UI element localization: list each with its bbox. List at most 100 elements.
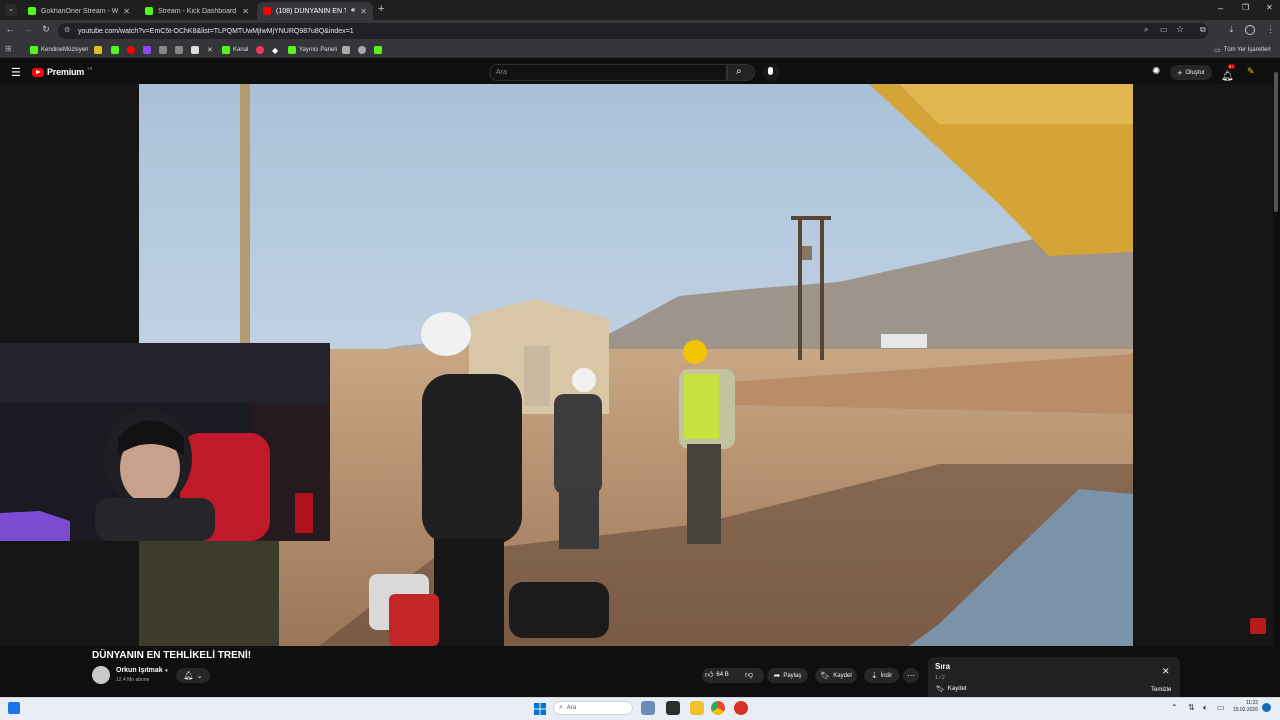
address-bar[interactable]: ⚙ youtube.com/watch?v=EmC5t-OChK8&list=T… <box>58 23 1208 39</box>
taskbar-search[interactable]: ⌕ Ara <box>553 701 633 715</box>
speaker-icon[interactable]: 🔈︎ <box>1203 703 1208 713</box>
more-actions-button[interactable]: ⋯ <box>903 668 919 683</box>
profile-avatar[interactable] <box>1245 25 1255 35</box>
search-button[interactable]: ⌕ <box>727 64 755 81</box>
network-icon[interactable]: ⇅ <box>1188 703 1195 712</box>
channel-watermark-icon[interactable] <box>1250 618 1266 634</box>
chrome-icon[interactable] <box>711 701 725 715</box>
clock[interactable]: 11:22 15.02.2026 <box>1228 700 1258 714</box>
start-button[interactable] <box>534 702 546 715</box>
bookmark-item-kendinemuzisyen[interactable]: KendineMüzisyen <box>30 44 88 56</box>
windows-logo-icon <box>534 703 546 715</box>
video-title: DÜNYANIN EN TEHLİKELİ TRENİ! <box>92 650 252 661</box>
subscription-bell-button[interactable]: 🔔︎ ⌄ <box>176 668 210 683</box>
tab-title: (108) DÜNYANIN EN TEHLİ <box>276 7 346 15</box>
widgets-icon[interactable] <box>8 702 20 714</box>
search-icon: ⌕ <box>736 66 742 77</box>
queue-position: 1 / 2 <box>935 675 945 681</box>
tab-search-button[interactable]: ⌄ <box>5 4 17 16</box>
scrollbar-thumb[interactable] <box>1274 72 1278 212</box>
person-grey-jacket <box>554 368 602 549</box>
all-bookmarks-folder[interactable]: ▭ Tüm Yer İşaretleri <box>1214 44 1271 56</box>
browser-tab-3[interactable]: (108) DÜNYANIN EN TEHLİ 🔊︎ ✕ <box>257 2 373 20</box>
task-view-icon[interactable] <box>666 701 680 715</box>
share-button[interactable]: ➦ Paylaş <box>767 668 808 683</box>
download-button[interactable]: ⇣ İndir <box>864 668 899 683</box>
speaker-icon[interactable]: 🔊︎ <box>351 7 355 15</box>
app-icon[interactable] <box>734 701 748 715</box>
bookmark-item[interactable] <box>94 44 102 56</box>
bookmark-item[interactable] <box>111 44 119 56</box>
bookmark-item[interactable] <box>175 44 183 56</box>
save-label: Kaydet <box>833 672 852 679</box>
notifications-button[interactable]: 🔔︎ 9+ <box>1221 64 1235 82</box>
bookmark-item[interactable]: ✕ <box>207 44 213 56</box>
close-icon[interactable]: ✕ <box>360 7 367 16</box>
maximize-icon[interactable]: ❐ <box>1242 3 1249 12</box>
reload-icon[interactable]: ↻ <box>40 24 52 35</box>
system-tray-chevron-icon[interactable]: ⌃ <box>1171 703 1178 712</box>
back-icon[interactable]: ← <box>4 24 16 34</box>
channel-avatar[interactable] <box>92 666 110 684</box>
minimize-icon[interactable]: – <box>1218 3 1223 13</box>
forward-icon[interactable]: → <box>22 24 34 34</box>
x-icon: ✕ <box>207 47 213 54</box>
bookmark-item[interactable] <box>159 44 167 56</box>
save-button[interactable]: 🔖︎ Kaydet <box>815 668 857 683</box>
apps-icon[interactable]: ⊞ <box>5 44 12 53</box>
kick-icon <box>111 46 119 54</box>
voice-search-button[interactable] <box>763 64 780 81</box>
download-label: İndir <box>880 672 893 679</box>
bookmark-item[interactable] <box>342 44 350 56</box>
kick-favicon-icon <box>28 7 36 15</box>
bookmark-item[interactable] <box>191 44 199 56</box>
bookmark-item[interactable] <box>127 44 135 56</box>
extensions-icon[interactable]: ⧉ <box>1200 25 1206 35</box>
browser-menu-icon[interactable]: ⋮ <box>1266 24 1275 35</box>
window-close-icon[interactable]: ✕ <box>1266 3 1273 12</box>
thumbs-down-icon: 👎︎ <box>745 670 754 679</box>
search-input[interactable]: Ara <box>489 64 727 81</box>
like-button[interactable]: 👍︎ 64 B <box>705 670 729 680</box>
bookmark-star-icon[interactable]: ☆ <box>1176 24 1184 35</box>
dislike-button[interactable]: 👎︎ <box>745 670 753 680</box>
share-icon: ➦ <box>773 671 781 680</box>
create-button[interactable]: + Oluştur <box>1170 65 1212 80</box>
search-icon: ⌕ <box>559 704 563 711</box>
page-scrollbar[interactable] <box>1273 62 1280 697</box>
browser-tab-1[interactable]: GokhanOner Stream - Watch Li ✕ <box>22 2 136 20</box>
close-icon[interactable]: ✕ <box>123 7 130 16</box>
bookmark-item[interactable] <box>256 44 264 56</box>
file-explorer-icon[interactable] <box>690 701 704 715</box>
bookmark-item[interactable] <box>143 44 151 56</box>
bookmark-item[interactable] <box>358 44 366 56</box>
hamburger-menu-icon[interactable]: ☰ <box>11 66 21 79</box>
bookmark-item-kanal[interactable]: Kanal <box>222 44 248 56</box>
youtube-favicon-icon <box>263 7 271 15</box>
queue-clear-button[interactable]: Temizle <box>1151 687 1171 693</box>
cast-icon[interactable]: ▭ <box>1160 25 1168 34</box>
folder-icon: ▭ <box>1214 47 1221 54</box>
zoom-icon[interactable]: ⌕ <box>1144 25 1148 35</box>
notification-center-icon[interactable] <box>1262 703 1271 712</box>
bookmark-item[interactable] <box>374 44 382 56</box>
browser-tab-2[interactable]: Stream - Kick Dashboard ✕ <box>139 2 255 20</box>
bookmark-item[interactable]: ◆ <box>272 44 278 56</box>
new-tab-button[interactable]: + <box>378 3 384 15</box>
queue-close-icon[interactable]: ✕ <box>1162 666 1170 677</box>
youtube-logo[interactable]: Premium TR <box>32 66 92 77</box>
account-avatar[interactable]: ✎ <box>1245 66 1257 78</box>
kick-icon <box>222 46 230 54</box>
bookmark-label: Kanal <box>233 47 249 53</box>
channel-name[interactable]: Orkun Işıtmak ● <box>116 667 168 674</box>
premium-label: Premium <box>47 67 85 77</box>
ai-assistant-icon[interactable]: ✺ <box>1152 66 1160 77</box>
site-info-icon[interactable]: ⚙ <box>64 26 70 34</box>
queue-save-button[interactable]: 🔖︎ Kaydet <box>936 685 967 693</box>
copilot-icon[interactable] <box>641 701 655 715</box>
bell-icon: 🔔︎ <box>183 671 194 680</box>
bookmark-item-yayinci-paneli[interactable]: Yayıncı Paneli <box>288 44 337 56</box>
downloads-icon[interactable]: ⇣ <box>1228 25 1235 34</box>
battery-icon[interactable]: ▭ <box>1217 703 1225 712</box>
close-icon[interactable]: ✕ <box>242 7 249 16</box>
